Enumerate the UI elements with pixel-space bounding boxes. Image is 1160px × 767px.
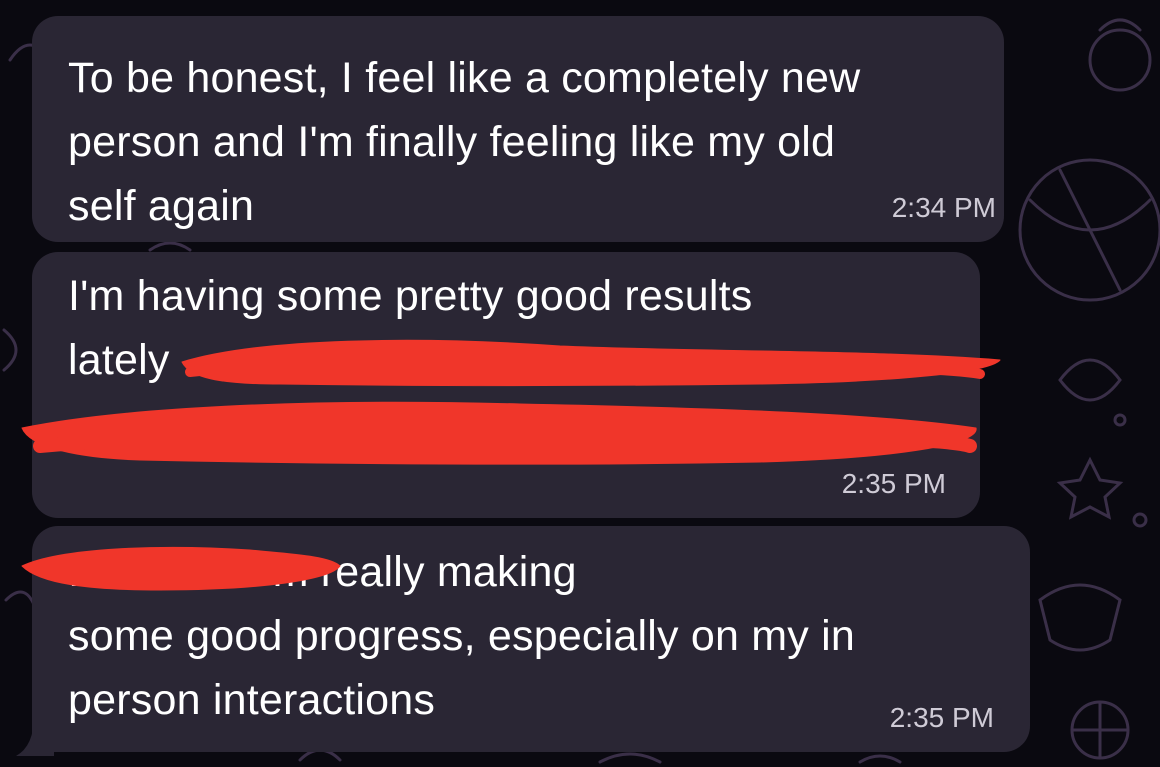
message-text: To be honest, I feel like a completely n… (68, 54, 861, 230)
message-timestamp: 2:35 PM (889, 702, 994, 733)
message-timestamp: 2:34 PM (891, 192, 996, 223)
message-timestamp: 2:35 PM (841, 468, 946, 499)
message-text: I feel like I'm really making some good … (68, 548, 855, 724)
message-bubble[interactable]: I feel like I'm really making some good … (32, 526, 1030, 752)
bubble-tail (16, 716, 54, 756)
message-text: I'm having some pretty good results late… (68, 272, 753, 384)
message-bubble[interactable]: I'm having some pretty good results late… (32, 252, 980, 518)
message-bubble[interactable]: To be honest, I feel like a completely n… (32, 16, 1004, 242)
